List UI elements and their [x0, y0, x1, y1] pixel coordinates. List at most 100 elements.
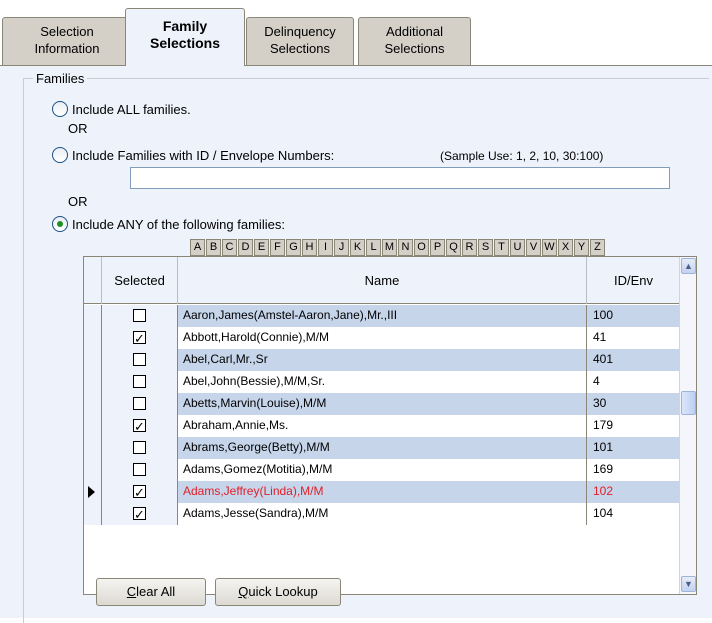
clear-all-label: lear All: [136, 584, 176, 599]
table-row[interactable]: Abetts,Marvin(Louise),M/M 30: [84, 393, 680, 415]
table-row[interactable]: Adams,Jesse(Sandra),M/M104: [84, 503, 680, 525]
row-select-checkbox[interactable]: [133, 309, 146, 322]
id-env-cell[interactable]: 41: [587, 327, 680, 349]
alpha-button-d[interactable]: D: [238, 239, 253, 256]
alpha-button-g[interactable]: G: [286, 239, 301, 256]
tab-additional-selections[interactable]: Additional Selections: [358, 17, 471, 65]
alpha-button-x[interactable]: X: [558, 239, 573, 256]
alpha-button-o[interactable]: O: [414, 239, 429, 256]
quick-lookup-mnemonic: Q: [238, 584, 249, 599]
tab-bar: Selection Information Family Selections …: [0, 0, 712, 66]
alpha-button-b[interactable]: B: [206, 239, 221, 256]
grid-scrollbar[interactable]: ▲ ▼: [679, 257, 696, 594]
row-indicator: [84, 327, 102, 349]
table-row[interactable]: Abrams,George(Betty),M/M 101: [84, 437, 680, 459]
id-env-cell[interactable]: 179: [587, 415, 680, 437]
id-env-cell[interactable]: 104: [587, 503, 680, 525]
alpha-button-t[interactable]: T: [494, 239, 509, 256]
row-select-checkbox[interactable]: [133, 329, 146, 349]
alpha-button-p[interactable]: P: [430, 239, 445, 256]
include-any-option[interactable]: Include ANY of the following families:: [52, 215, 285, 233]
family-name-cell[interactable]: Abrams,George(Betty),M/M: [178, 437, 587, 459]
alpha-button-m[interactable]: M: [382, 239, 397, 256]
family-name-cell[interactable]: Abel,Carl,Mr.,Sr: [178, 349, 587, 371]
alpha-button-k[interactable]: K: [350, 239, 365, 256]
alpha-button-c[interactable]: C: [222, 239, 237, 256]
name-column-header[interactable]: Name: [178, 257, 587, 304]
alpha-button-h[interactable]: H: [302, 239, 317, 256]
alpha-button-z[interactable]: Z: [590, 239, 605, 256]
alpha-button-n[interactable]: N: [398, 239, 413, 256]
row-select-checkbox[interactable]: [133, 463, 146, 476]
row-select-checkbox[interactable]: [133, 353, 146, 366]
family-name-cell[interactable]: Abbott,Harold(Connie),M/M: [178, 327, 587, 349]
table-row[interactable]: Abbott,Harold(Connie),M/M41: [84, 327, 680, 349]
include-any-radio[interactable]: [52, 216, 68, 232]
include-ids-option[interactable]: Include Families with ID / Envelope Numb…: [52, 146, 334, 164]
scroll-down-icon[interactable]: ▼: [681, 576, 696, 592]
id-env-cell[interactable]: 401: [587, 349, 680, 371]
alpha-button-i[interactable]: I: [318, 239, 333, 256]
family-name-cell[interactable]: Abel,John(Bessie),M/M,Sr.: [178, 371, 587, 393]
id-env-cell[interactable]: 101: [587, 437, 680, 459]
table-row[interactable]: Adams,Jeffrey(Linda),M/M102: [84, 481, 680, 503]
selected-cell: [102, 415, 178, 437]
include-ids-label: Include Families with ID / Envelope Numb…: [72, 147, 335, 163]
id-env-cell[interactable]: 169: [587, 459, 680, 481]
row-select-checkbox[interactable]: [133, 441, 146, 454]
family-name-cell[interactable]: Aaron,James(Amstel-Aaron,Jane),Mr.,III: [178, 305, 587, 327]
include-ids-radio[interactable]: [52, 147, 68, 163]
family-name-cell[interactable]: Adams,Jeffrey(Linda),M/M: [178, 481, 587, 503]
alpha-button-s[interactable]: S: [478, 239, 493, 256]
include-all-option[interactable]: Include ALL families.: [52, 100, 191, 118]
table-row[interactable]: Abel,Carl,Mr.,Sr 401: [84, 349, 680, 371]
table-row[interactable]: Abel,John(Bessie),M/M,Sr. 4: [84, 371, 680, 393]
family-name-cell[interactable]: Adams,Gomez(Motitia),M/M: [178, 459, 587, 481]
alpha-button-a[interactable]: A: [190, 239, 205, 256]
family-name-cell[interactable]: Abetts,Marvin(Louise),M/M: [178, 393, 587, 415]
tab-family-selections[interactable]: Family Selections: [125, 8, 245, 66]
row-select-checkbox[interactable]: [133, 505, 146, 525]
alpha-button-y[interactable]: Y: [574, 239, 589, 256]
quick-lookup-button[interactable]: Quick Lookup: [215, 578, 341, 606]
alpha-button-e[interactable]: E: [254, 239, 269, 256]
selected-cell: [102, 371, 178, 393]
id-env-cell[interactable]: 102: [587, 481, 680, 503]
scroll-thumb[interactable]: [681, 391, 696, 415]
tab-label-line2: Selections: [149, 35, 221, 51]
alpha-button-v[interactable]: V: [526, 239, 541, 256]
scroll-up-icon[interactable]: ▲: [681, 258, 696, 274]
row-select-checkbox[interactable]: [133, 417, 146, 437]
id-env-cell[interactable]: 100: [587, 305, 680, 327]
row-select-checkbox[interactable]: [133, 397, 146, 410]
tab-selection-information[interactable]: Selection Information: [2, 17, 132, 65]
alpha-button-q[interactable]: Q: [446, 239, 461, 256]
row-indicator: [84, 305, 102, 327]
id-envelope-input[interactable]: [130, 167, 670, 189]
id-env-cell[interactable]: 30: [587, 393, 680, 415]
alpha-button-u[interactable]: U: [510, 239, 525, 256]
family-name-cell[interactable]: Abraham,Annie,Ms.: [178, 415, 587, 437]
table-row[interactable]: Adams,Gomez(Motitia),M/M 169: [84, 459, 680, 481]
family-name-cell[interactable]: Adams,Jesse(Sandra),M/M: [178, 503, 587, 525]
alpha-button-j[interactable]: J: [334, 239, 349, 256]
alpha-button-f[interactable]: F: [270, 239, 285, 256]
alpha-button-r[interactable]: R: [462, 239, 477, 256]
row-indicator: [84, 437, 102, 459]
alpha-button-w[interactable]: W: [542, 239, 557, 256]
table-row[interactable]: Aaron,James(Amstel-Aaron,Jane),Mr.,III 10…: [84, 305, 680, 327]
table-row[interactable]: Abraham,Annie,Ms.179: [84, 415, 680, 437]
tab-delinquency-selections[interactable]: Delinquency Selections: [246, 17, 354, 65]
row-indicator: [84, 415, 102, 437]
selected-column-header[interactable]: Selected: [102, 257, 178, 304]
row-select-checkbox[interactable]: [133, 375, 146, 388]
clear-all-mnemonic: C: [126, 584, 137, 599]
tab-label-line1: Delinquency: [264, 24, 336, 39]
clear-all-button[interactable]: Clear All: [96, 578, 206, 606]
id-env-cell[interactable]: 4: [587, 371, 680, 393]
row-select-checkbox[interactable]: [133, 483, 146, 503]
id-column-header[interactable]: ID/Env: [587, 257, 680, 304]
alpha-button-l[interactable]: L: [366, 239, 381, 256]
include-all-radio[interactable]: [52, 101, 68, 117]
or-label-1: OR: [68, 121, 88, 136]
